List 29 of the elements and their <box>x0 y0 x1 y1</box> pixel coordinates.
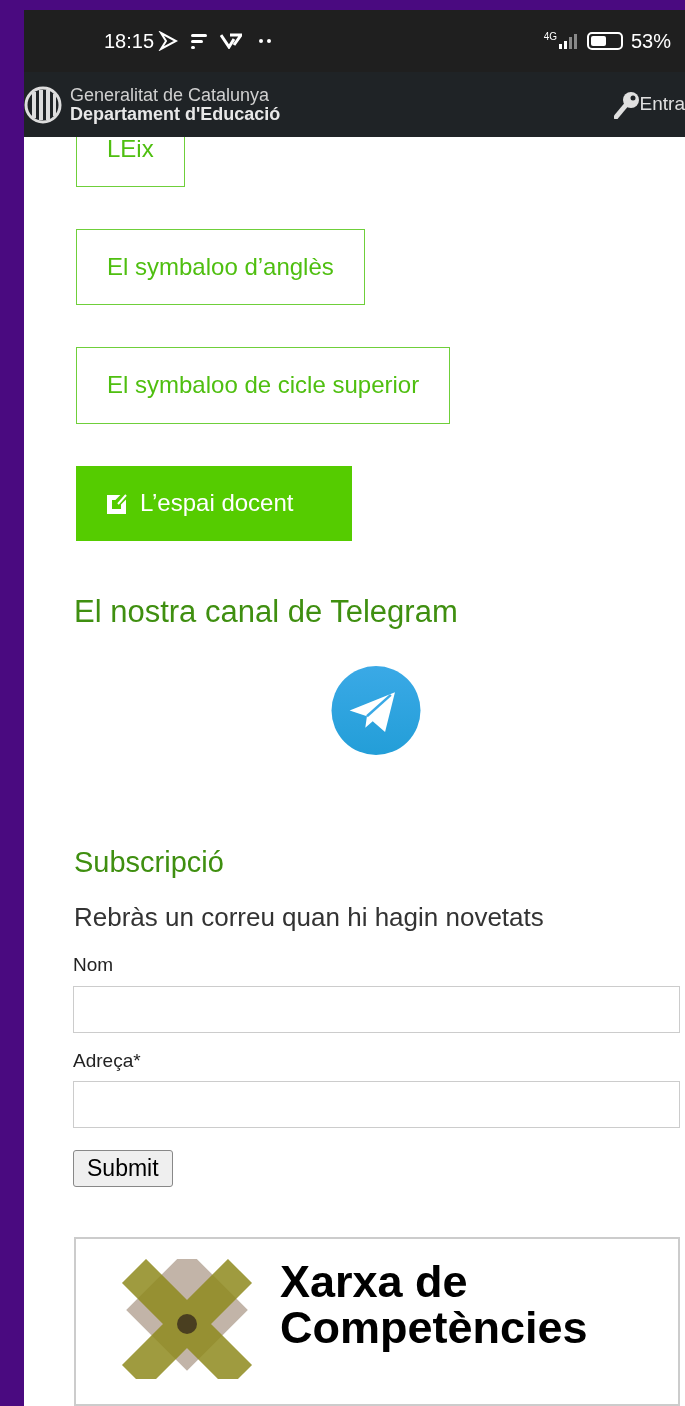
submit-button[interactable]: Submit <box>73 1150 173 1187</box>
link-button[interactable]: LEix <box>76 137 185 188</box>
battery-percent: 53% <box>630 29 671 54</box>
v-icon <box>220 33 243 49</box>
signal-icon <box>556 33 579 49</box>
logo-title: Xarxa de <box>280 1258 469 1305</box>
link-button[interactable]: El symbaloo d’anglès <box>76 229 365 306</box>
lines-icon <box>190 32 209 50</box>
section-heading: El nostra canal de Telegram <box>74 593 459 632</box>
battery-icon <box>586 32 623 50</box>
input-field[interactable] <box>73 985 680 1033</box>
org-name: Generalitat de Catalunya <box>70 85 271 105</box>
edit-icon <box>106 492 128 515</box>
emblem-icon <box>24 85 62 124</box>
dots-icon <box>258 38 273 44</box>
key-icon <box>613 90 640 119</box>
input-field[interactable] <box>73 1081 680 1129</box>
play-icon <box>158 31 179 51</box>
logo-title: Competències <box>280 1304 588 1351</box>
link-button[interactable]: El symbaloo de cicle superior <box>76 347 451 424</box>
section-heading: Subscripció <box>74 844 225 880</box>
department-name: Departament d'Educació <box>70 104 281 124</box>
login-link[interactable]: Entra <box>613 90 685 119</box>
status-time: 18:15 <box>104 29 155 54</box>
link-button[interactable]: L’espai docent <box>76 465 352 542</box>
subscription-description: Rebràs un correu quan hi hagin novetats <box>74 901 545 935</box>
field-label: Nom <box>73 953 115 978</box>
network-type: 4G <box>543 32 557 42</box>
field-label: Adreça* <box>73 1048 142 1073</box>
